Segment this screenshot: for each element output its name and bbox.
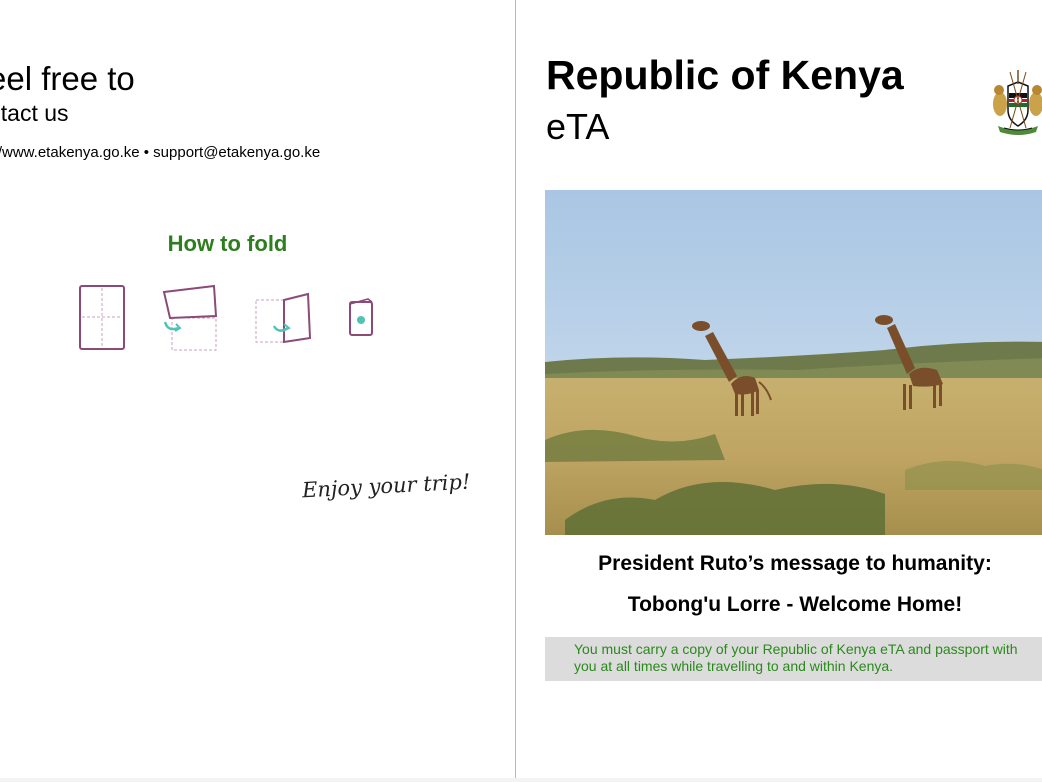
coat-of-arms-icon <box>993 70 1042 135</box>
fold-step-1-icon <box>79 285 125 350</box>
fold-title: How to fold <box>167 231 288 256</box>
contact-heading: eel free to <box>0 60 135 97</box>
contact-details: s://www.etakenya.go.ke • support@etakeny… <box>0 144 321 161</box>
president-message-line1: President Ruto’s message to humanity: <box>598 552 992 575</box>
contact-subheading: ntact us <box>0 100 69 126</box>
fold-step-4-icon <box>349 298 373 336</box>
right-page: Republic of Kenya eTA President Ruto’s m… <box>516 0 1042 782</box>
fold-step-3-icon <box>255 292 312 344</box>
giraffes-photo <box>545 190 1042 535</box>
bottom-strip <box>0 778 1042 782</box>
enjoy-trip-text: Enjoy your trip! <box>301 469 471 503</box>
president-message-line2: Tobong'u Lorre - Welcome Home! <box>627 593 963 616</box>
carry-copy-notice: You must carry a copy of your Republic o… <box>545 637 1042 681</box>
document-title: Republic of Kenya <box>546 52 904 98</box>
fold-instructions <box>79 284 373 351</box>
document-subtitle: eTA <box>546 106 610 147</box>
left-page: eel free to ntact us s://www.etakenya.go… <box>0 0 515 782</box>
fold-step-2-icon <box>162 284 218 351</box>
